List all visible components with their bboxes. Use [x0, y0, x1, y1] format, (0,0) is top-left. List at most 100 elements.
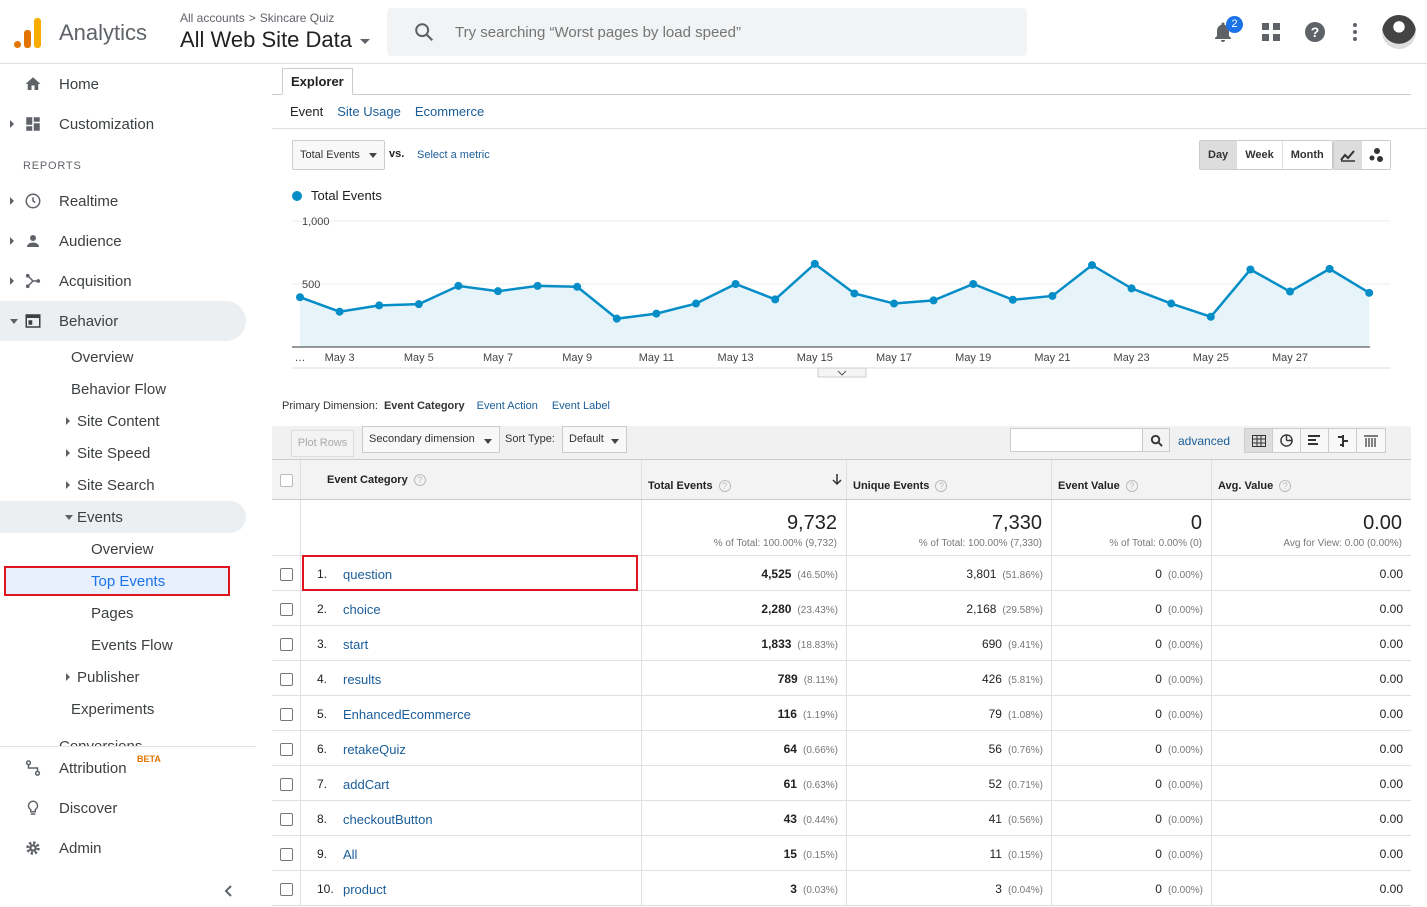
avg-value-cell: 0.00: [1379, 742, 1403, 756]
sidebar-item-events-overview[interactable]: Overview: [91, 533, 154, 565]
sidebar-item-experiments[interactable]: Experiments: [71, 693, 154, 725]
row-checkbox[interactable]: [280, 778, 293, 791]
granularity-month-button[interactable]: Month: [1283, 141, 1332, 169]
sidebar-item-discover[interactable]: Discover: [0, 788, 246, 828]
performance-view-icon[interactable]: [1301, 429, 1329, 452]
breadcrumb-separator: >: [248, 11, 256, 25]
collapse-sidebar-icon[interactable]: [222, 884, 236, 898]
row-checkbox[interactable]: [280, 568, 293, 581]
breadcrumb[interactable]: All accounts > Skincare Quiz: [180, 11, 334, 25]
row-checkbox[interactable]: [280, 673, 293, 686]
help-icon[interactable]: ?: [718, 480, 731, 492]
sidebar-item-customization[interactable]: Customization: [0, 104, 246, 144]
dimension-event-category[interactable]: Event Category: [384, 400, 465, 412]
breadcrumb-account[interactable]: Skincare Quiz: [260, 11, 335, 25]
sidebar-item-audience[interactable]: Audience: [0, 221, 246, 261]
select-metric-link[interactable]: Select a metric: [417, 149, 490, 161]
pie-view-icon[interactable]: [1273, 429, 1301, 452]
event-category-link[interactable]: All: [343, 847, 357, 862]
sidebar-item-site-search[interactable]: Site Search: [66, 469, 155, 501]
sidebar-item-acquisition[interactable]: Acquisition: [0, 261, 246, 301]
granularity-day-button[interactable]: Day: [1200, 141, 1238, 169]
event-category-link[interactable]: checkoutButton: [343, 812, 433, 827]
help-icon[interactable]: ?: [935, 480, 948, 492]
plot-rows-button[interactable]: Plot Rows: [291, 430, 354, 457]
row-checkbox[interactable]: [280, 848, 293, 861]
sidebar-item-attribution[interactable]: Attribution BETA: [0, 748, 246, 788]
help-icon[interactable]: ?: [1279, 480, 1292, 492]
metric-select[interactable]: Total Events: [292, 140, 385, 170]
data-table-view-icon[interactable]: [1245, 429, 1273, 452]
help-icon[interactable]: ?: [413, 474, 426, 486]
select-all-checkbox[interactable]: [280, 474, 293, 487]
series-area: [300, 263, 1370, 347]
subtab-site-usage[interactable]: Site Usage: [337, 104, 401, 119]
sidebar-item-events-flow[interactable]: Events Flow: [91, 629, 173, 661]
sidebar-item-site-speed[interactable]: Site Speed: [66, 437, 150, 469]
event-category-link[interactable]: retakeQuiz: [343, 742, 406, 757]
cell-percent: (0.00%): [1167, 675, 1203, 686]
event-category-link[interactable]: start: [343, 637, 368, 652]
event-category-link[interactable]: EnhancedEcommerce: [343, 707, 471, 722]
breadcrumb-all-accounts[interactable]: All accounts: [180, 11, 245, 25]
table-filter-input[interactable]: [1010, 428, 1170, 452]
sidebar-item-events[interactable]: Events: [65, 501, 123, 533]
row-checkbox[interactable]: [280, 883, 293, 896]
sidebar-item-top-events[interactable]: Top Events: [91, 565, 165, 597]
column-header-avg-value[interactable]: Avg. Value?: [1212, 460, 1411, 499]
sidebar-item-admin[interactable]: Admin: [0, 828, 246, 868]
line-chart-icon[interactable]: [1334, 141, 1362, 169]
row-checkbox[interactable]: [280, 813, 293, 826]
event-value-cell: 0 (0.00%): [1155, 742, 1203, 756]
event-category-link[interactable]: results: [343, 672, 381, 687]
sort-type-select[interactable]: Default: [562, 426, 627, 453]
sidebar-item-behavior-flow[interactable]: Behavior Flow: [71, 373, 166, 405]
advanced-filter-link[interactable]: advanced: [1178, 434, 1230, 448]
column-header-total-events[interactable]: Total Events?: [642, 460, 847, 499]
cell-value: 2,280: [761, 602, 792, 616]
avatar[interactable]: [1382, 15, 1416, 49]
event-category-link[interactable]: product: [343, 882, 386, 897]
data-point: [652, 309, 661, 318]
sidebar-item-realtime[interactable]: Realtime: [0, 181, 246, 221]
help-icon[interactable]: ?: [1303, 20, 1327, 44]
more-vert-icon[interactable]: [1343, 20, 1367, 44]
sidebar-item-site-content[interactable]: Site Content: [66, 405, 160, 437]
comparison-view-icon[interactable]: [1329, 429, 1357, 452]
tab-explorer[interactable]: Explorer: [282, 68, 353, 95]
row-checkbox[interactable]: [280, 708, 293, 721]
search-input[interactable]: Try searching “Worst pages by load speed…: [387, 8, 1027, 56]
column-header-event-value[interactable]: Event Value?: [1052, 460, 1212, 499]
total-events-cell: 4,525 (46.50%): [761, 567, 838, 581]
unique-events-cell: 2,168 (29.58%): [966, 602, 1043, 616]
cell-percent: (0.03%): [802, 885, 838, 896]
row-checkbox[interactable]: [280, 603, 293, 616]
row-checkbox[interactable]: [280, 743, 293, 756]
dimension-event-label[interactable]: Event Label: [552, 400, 610, 412]
cell-percent: (29.58%): [1002, 605, 1043, 616]
subtab-event[interactable]: Event: [290, 104, 323, 119]
subtab-ecommerce[interactable]: Ecommerce: [415, 104, 484, 119]
sidebar-item-publisher[interactable]: Publisher: [66, 661, 140, 693]
event-category-link[interactable]: question: [343, 567, 392, 582]
analytics-logo-icon[interactable]: [14, 16, 42, 48]
event-category-link[interactable]: addCart: [343, 777, 389, 792]
column-header-event-category[interactable]: Event Category?: [301, 460, 642, 499]
dimension-event-action[interactable]: Event Action: [477, 400, 538, 412]
sidebar-item-behavior[interactable]: Behavior: [0, 301, 246, 341]
sidebar-item-home[interactable]: Home: [0, 64, 246, 104]
sidebar-item-behavior-overview[interactable]: Overview: [71, 341, 134, 373]
help-icon[interactable]: ?: [1125, 480, 1138, 492]
sidebar-item-pages[interactable]: Pages: [91, 597, 134, 629]
table-search-button[interactable]: [1142, 428, 1170, 452]
secondary-dimension-select[interactable]: Secondary dimension: [362, 426, 500, 453]
motion-chart-icon[interactable]: [1362, 141, 1390, 169]
apps-grid-icon[interactable]: [1259, 20, 1283, 44]
view-selector[interactable]: All Web Site Data: [180, 27, 371, 53]
column-header-unique-events[interactable]: Unique Events?: [847, 460, 1052, 499]
event-category-link[interactable]: choice: [343, 602, 381, 617]
row-checkbox[interactable]: [280, 638, 293, 651]
x-tick-label: May 7: [483, 352, 513, 364]
pivot-view-icon[interactable]: [1357, 429, 1385, 452]
granularity-week-button[interactable]: Week: [1237, 141, 1283, 169]
